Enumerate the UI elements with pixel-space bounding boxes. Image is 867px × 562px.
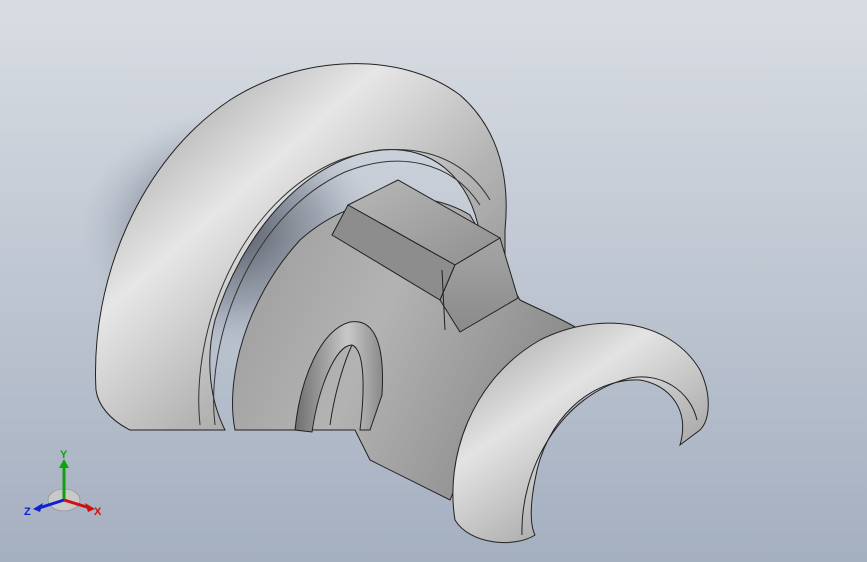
y-axis-label: Y [60, 449, 68, 461]
z-axis-arrow [33, 503, 43, 512]
z-axis-label: Z [24, 506, 31, 518]
graphics-viewport[interactable]: Y X Z [0, 0, 867, 562]
3d-part-model[interactable] [0, 0, 867, 562]
coordinate-triad: Y X Z [24, 449, 102, 518]
x-axis-label: X [94, 506, 102, 518]
